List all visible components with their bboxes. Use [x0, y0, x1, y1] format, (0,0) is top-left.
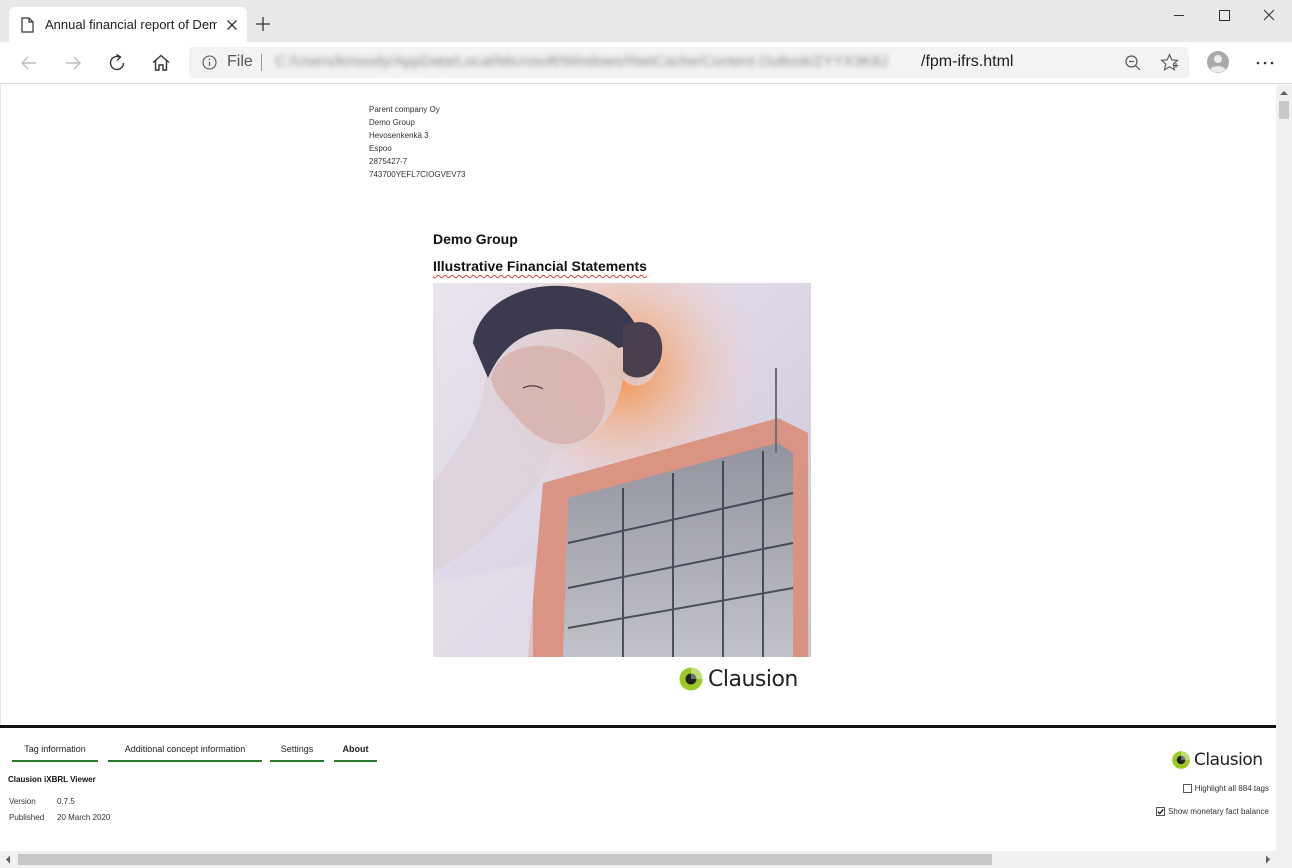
clausion-logo-icon: [1172, 751, 1190, 769]
horizontal-scroll-thumb[interactable]: [18, 854, 992, 865]
scroll-right-icon[interactable]: [1264, 855, 1272, 864]
highlight-tags-checkbox[interactable]: [1182, 784, 1192, 793]
address-file: /fpm-ifrs.html: [921, 53, 1014, 70]
close-icon[interactable]: [223, 16, 241, 34]
minimize-icon[interactable]: [1156, 0, 1202, 32]
maximize-icon[interactable]: [1202, 0, 1248, 32]
address-line: Espoo: [369, 144, 392, 153]
vertical-scrollbar[interactable]: [1276, 85, 1292, 851]
tab-about[interactable]: About: [334, 742, 377, 762]
cover-image: [433, 283, 811, 657]
profile-icon[interactable]: [1206, 50, 1230, 74]
address-line: Demo Group: [369, 118, 415, 127]
tab-settings[interactable]: Settings: [270, 742, 324, 762]
address-scheme: File: [227, 53, 253, 70]
clausion-logo-small: Clausion: [1171, 748, 1263, 772]
clausion-logo-icon: [679, 667, 703, 691]
browser-titlebar: Annual financial report of Demo Group: [0, 0, 1292, 42]
clausion-logo: Clausion: [678, 665, 798, 693]
address-line: Parent company Oy: [369, 105, 440, 114]
tab-tag-information[interactable]: Tag information: [12, 742, 98, 762]
info-icon[interactable]: [202, 55, 217, 70]
address-path-obscured: C:/Users/kmoody/AppData/Local/Microsoft/…: [275, 53, 888, 70]
forward-icon[interactable]: [60, 50, 86, 76]
reload-icon[interactable]: [104, 50, 130, 76]
plus-icon[interactable]: [254, 15, 272, 33]
version-label: Version: [9, 797, 36, 806]
version-value: 0.7.5: [57, 797, 75, 806]
back-icon[interactable]: [16, 50, 42, 76]
tab-additional-concept-information[interactable]: Additional concept information: [108, 742, 262, 762]
address-line: 743700YEFL7CIOGVEV73: [369, 170, 466, 179]
vertical-scroll-thumb[interactable]: [1279, 101, 1289, 119]
clausion-logo-text: Clausion: [1194, 750, 1263, 770]
more-icon[interactable]: [1254, 53, 1276, 73]
scroll-up-icon[interactable]: [1280, 89, 1288, 97]
close-icon[interactable]: [1246, 0, 1292, 32]
clausion-logo-text: Clausion: [708, 666, 798, 692]
document-title: Demo Group: [433, 231, 518, 247]
viewer-name: Clausion iXBRL Viewer: [8, 775, 96, 784]
scrollbar-corner: [1276, 851, 1292, 868]
company-address-block: Parent company Oy Demo Group Hevosenkenk…: [369, 103, 466, 181]
published-label: Published: [9, 813, 45, 822]
document-viewport[interactable]: Parent company Oy Demo Group Hevosenkenk…: [0, 85, 1276, 725]
horizontal-scrollbar[interactable]: [0, 851, 1276, 868]
address-line: 2875427-7: [369, 157, 408, 166]
highlight-tags-option[interactable]: Highlight all 884 tags: [1182, 784, 1269, 793]
zoom-icon[interactable]: [1124, 54, 1142, 72]
checkmark-icon: [1157, 808, 1164, 815]
scroll-left-icon[interactable]: [4, 855, 12, 864]
monetary-balance-checkbox[interactable]: [1156, 807, 1166, 816]
star-icon[interactable]: [1160, 53, 1179, 72]
address-bar[interactable]: File C:/Users/kmoody/AppData/Local/Micro…: [189, 47, 1189, 78]
monetary-balance-option[interactable]: Show monetary fact balance: [1156, 807, 1269, 816]
tab-title: Annual financial report of Demo Group: [45, 17, 217, 32]
document-subtitle: Illustrative Financial Statements: [433, 258, 647, 274]
address-separator: [261, 54, 262, 71]
highlight-tags-label: Highlight all 884 tags: [1194, 784, 1269, 793]
published-value: 20 March 2020: [57, 813, 111, 822]
address-line: Hevosenkenkä 3: [369, 131, 429, 140]
page-icon: [21, 17, 34, 33]
ixbrl-viewer-panel: Tag information Additional concept infor…: [0, 725, 1276, 851]
home-icon[interactable]: [148, 50, 174, 76]
browser-tab[interactable]: Annual financial report of Demo Group: [9, 7, 247, 42]
browser-toolbar: File C:/Users/kmoody/AppData/Local/Micro…: [0, 42, 1292, 84]
monetary-balance-label: Show monetary fact balance: [1168, 807, 1269, 816]
